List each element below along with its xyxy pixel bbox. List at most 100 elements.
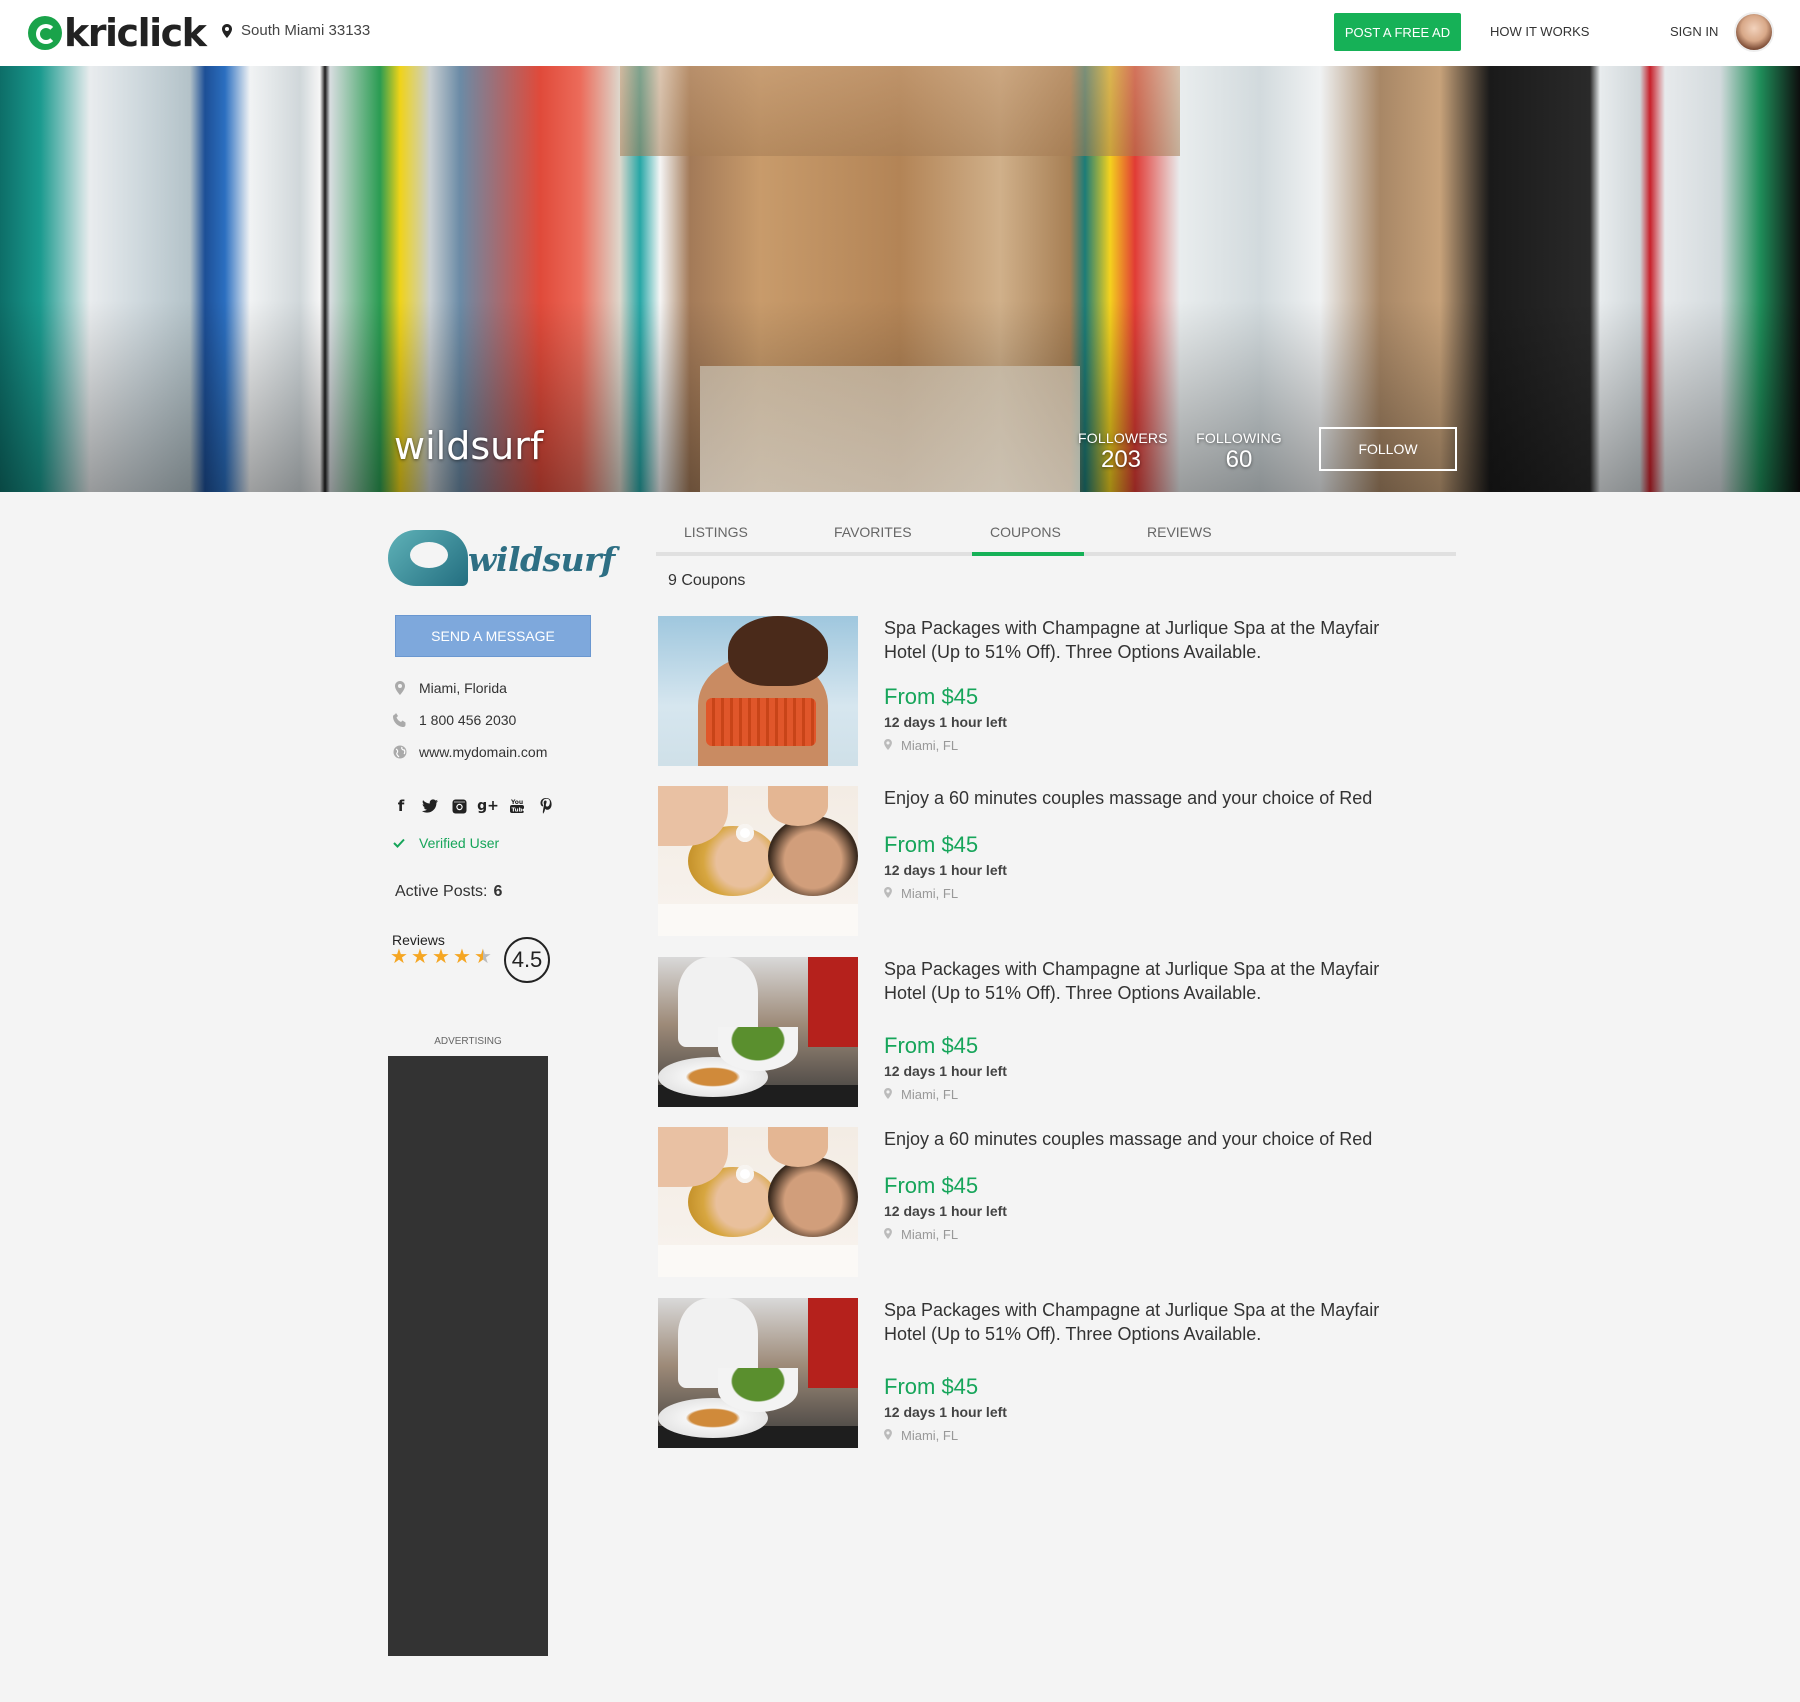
followers-stat[interactable]: FOLLOWERS 203 <box>1078 430 1168 472</box>
coupon-thumbnail[interactable] <box>658 616 858 766</box>
wildsurf-logo: wildsurf <box>388 526 615 590</box>
following-count: 60 <box>1225 446 1253 473</box>
instagram-icon[interactable] <box>451 797 467 815</box>
star-icon: ★ <box>390 946 408 968</box>
send-message-button[interactable]: SEND A MESSAGE <box>395 615 591 657</box>
thumb-shape <box>718 1368 798 1412</box>
svg-text:Tube: Tube <box>512 808 526 814</box>
cover-floor <box>700 366 1080 492</box>
thumb-shape <box>736 824 754 842</box>
thumb-shape <box>706 698 816 746</box>
active-posts-label: Active Posts: <box>395 883 488 900</box>
youtube-icon[interactable]: You Tube <box>509 797 525 815</box>
coupon-title[interactable]: Enjoy a 60 minutes couples massage and y… <box>884 786 1424 810</box>
kriclick-logo[interactable]: kriclick <box>28 11 207 55</box>
logo-mark-icon <box>28 16 62 50</box>
coupon-thumbnail[interactable] <box>658 786 858 936</box>
advertising-label: ADVERTISING <box>434 1036 502 1047</box>
star-rating[interactable]: ★ ★ ★ ★ ★ <box>390 946 492 968</box>
coupon-location: Miami, FL <box>884 1428 958 1443</box>
post-free-ad-button[interactable]: POST A FREE AD <box>1334 13 1461 51</box>
thumb-shape <box>768 1127 828 1167</box>
sign-in-link[interactable]: SIGN IN <box>1670 24 1718 39</box>
map-pin-icon <box>393 681 407 695</box>
coupon-location-text: Miami, FL <box>901 886 959 901</box>
thumb-shape <box>808 1298 858 1388</box>
facebook-icon[interactable]: f <box>393 797 409 815</box>
thumb-shape <box>768 816 858 896</box>
coupon-time-left: 12 days 1 hour left <box>884 1203 1007 1219</box>
coupon-title[interactable]: Spa Packages with Champagne at Jurlique … <box>884 616 1424 664</box>
coupon-thumbnail[interactable] <box>658 1298 858 1448</box>
coupon-location: Miami, FL <box>884 738 958 753</box>
logo-text: kriclick <box>64 11 207 55</box>
how-it-works-link[interactable]: HOW IT WORKS <box>1490 24 1589 39</box>
thumb-shape <box>718 1027 798 1071</box>
svg-text:You: You <box>510 799 523 806</box>
active-posts-count: 6 <box>493 883 503 900</box>
verified-label: Verified User <box>419 835 500 851</box>
coupon-location-text: Miami, FL <box>901 1428 959 1443</box>
coupon-location: Miami, FL <box>884 1227 958 1242</box>
coupon-price: From $45 <box>884 1033 979 1058</box>
thumb-shape <box>728 616 828 686</box>
coupon-location: Miami, FL <box>884 886 958 901</box>
profile-phone[interactable]: 1 800 456 2030 <box>393 712 516 728</box>
cover-ceiling <box>620 66 1180 156</box>
coupon-price: From $45 <box>884 1374 979 1399</box>
coupon-price: From $45 <box>884 684 979 709</box>
coupon-count: 9 Coupons <box>668 572 746 589</box>
advertising-slot[interactable] <box>388 1056 548 1656</box>
coupon-time-left: 12 days 1 hour left <box>884 862 1007 878</box>
coupon-time-left: 12 days 1 hour left <box>884 1063 1007 1079</box>
thumb-shape <box>736 1165 754 1183</box>
coupon-price: From $45 <box>884 832 979 857</box>
thumb-shape <box>658 904 858 936</box>
followers-label: FOLLOWERS <box>1078 430 1168 446</box>
map-pin-icon <box>222 23 232 38</box>
pinterest-icon[interactable] <box>538 797 554 815</box>
phone-icon <box>393 713 407 727</box>
brand-logo-text: wildsurf <box>468 540 615 579</box>
twitter-icon[interactable] <box>422 797 438 815</box>
coupon-price: From $45 <box>884 1173 979 1198</box>
profile-website[interactable]: www.mydomain.com <box>393 744 547 760</box>
verified-user-badge: Verified User <box>393 835 499 851</box>
tab-listings[interactable]: LISTINGS <box>684 524 748 540</box>
star-icon: ★ <box>432 946 450 968</box>
website-link: www.mydomain.com <box>419 744 548 760</box>
coupon-location-text: Miami, FL <box>901 1227 959 1242</box>
map-pin-icon <box>884 738 893 753</box>
user-avatar[interactable] <box>1734 12 1774 52</box>
checkmark-icon <box>393 835 405 851</box>
tab-reviews[interactable]: REVIEWS <box>1147 524 1212 540</box>
top-navbar: kriclick South Miami 33133 POST A FREE A… <box>0 0 1800 66</box>
phone-text: 1 800 456 2030 <box>419 712 517 728</box>
following-label: FOLLOWING <box>1196 430 1282 446</box>
tab-favorites[interactable]: FAVORITES <box>834 524 912 540</box>
tab-coupons[interactable]: COUPONS <box>990 524 1061 540</box>
follow-button[interactable]: FOLLOW <box>1319 427 1457 471</box>
profile-name: wildsurf <box>394 424 544 468</box>
thumb-shape <box>658 1245 858 1277</box>
google-plus-icon[interactable]: g+ <box>477 797 499 815</box>
location-selector[interactable]: South Miami 33133 <box>222 22 370 39</box>
coupon-title[interactable]: Enjoy a 60 minutes couples massage and y… <box>884 1127 1424 1151</box>
location-text: South Miami 33133 <box>241 22 371 39</box>
coupon-thumbnail[interactable] <box>658 1127 858 1277</box>
profile-city: Miami, Florida <box>393 680 507 696</box>
profile-tabs: LISTINGS FAVORITES COUPONS REVIEWS <box>656 518 1456 556</box>
coupon-thumbnail[interactable] <box>658 957 858 1107</box>
coupon-location: Miami, FL <box>884 1087 958 1102</box>
map-pin-icon <box>884 886 893 901</box>
coupon-title[interactable]: Spa Packages with Champagne at Jurlique … <box>884 957 1424 1005</box>
rating-score: 4.5 <box>504 937 550 983</box>
half-star-icon: ★ <box>474 946 492 968</box>
coupon-time-left: 12 days 1 hour left <box>884 714 1007 730</box>
following-stat[interactable]: FOLLOWING 60 <box>1196 430 1282 472</box>
coupon-location-text: Miami, FL <box>901 1087 959 1102</box>
map-pin-icon <box>884 1227 893 1242</box>
coupon-title[interactable]: Spa Packages with Champagne at Jurlique … <box>884 1298 1424 1346</box>
star-icon: ★ <box>411 946 429 968</box>
map-pin-icon <box>884 1428 893 1443</box>
